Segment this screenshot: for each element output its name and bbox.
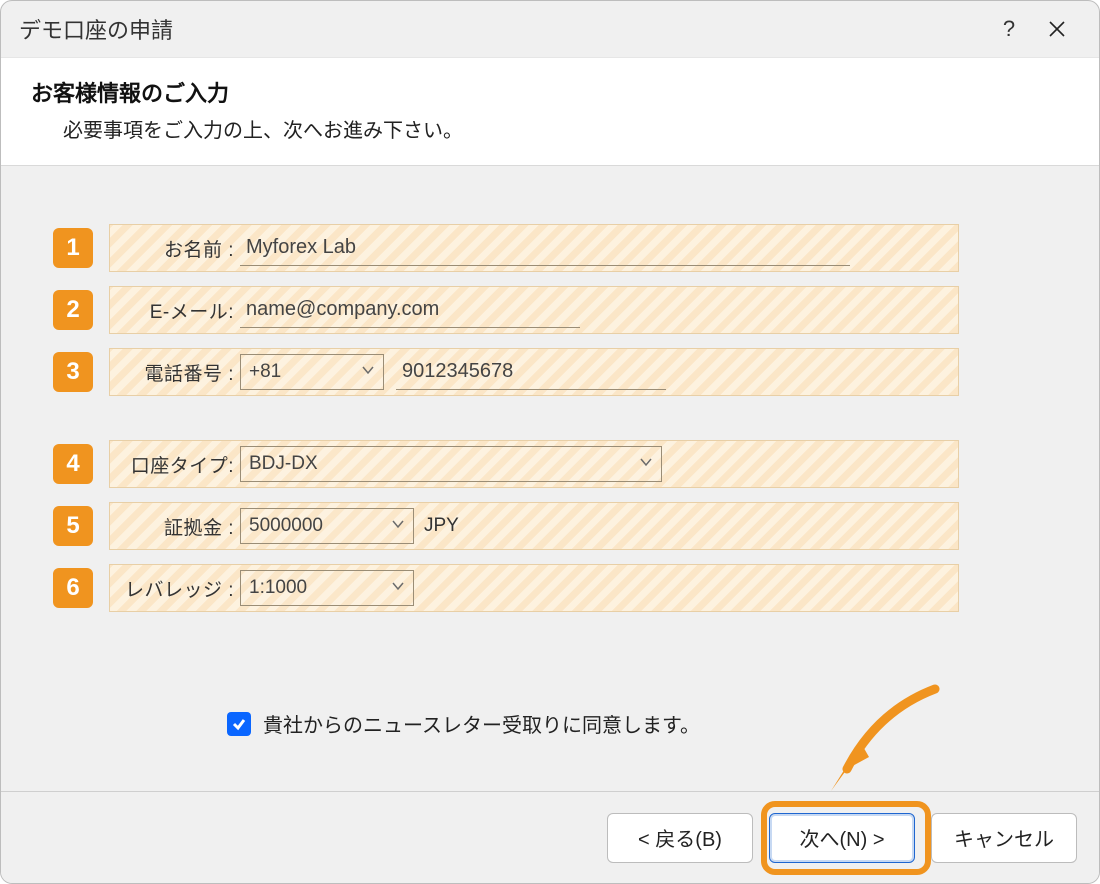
step-badge-5: 5 [53, 506, 93, 546]
next-button[interactable]: 次へ(N) > [769, 813, 915, 863]
label-account-type: 口座タイプ: [110, 451, 240, 478]
label-leverage: レバレッジ : [110, 575, 240, 602]
chevron-down-icon [361, 361, 375, 383]
field-strip-phone: 電話番号 : +81 [109, 348, 959, 396]
step-badge-1: 1 [53, 228, 93, 268]
step-badge-6: 6 [53, 568, 93, 608]
step-badge-3: 3 [53, 352, 93, 392]
label-name: お名前 : [110, 235, 240, 262]
cancel-button-label: キャンセル [954, 823, 1054, 852]
subheader: お客様情報のご入力 必要事項をご入力の上、次へお進み下さい。 [1, 57, 1099, 166]
row-deposit: 5 証拠金 : 5000000 JPY [53, 502, 959, 550]
label-phone: 電話番号 : [110, 359, 240, 386]
row-phone: 3 電話番号 : +81 [53, 348, 959, 396]
phone-input[interactable] [396, 354, 666, 390]
close-button[interactable] [1033, 1, 1081, 57]
field-strip-leverage: レバレッジ : 1:1000 [109, 564, 959, 612]
field-strip-email: E-メール: [109, 286, 959, 334]
titlebar: デモ口座の申請 ? [1, 1, 1099, 57]
chevron-down-icon [391, 515, 405, 537]
row-leverage: 6 レバレッジ : 1:1000 [53, 564, 959, 612]
dialog-footer: < 戻る(B) 次へ(N) > キャンセル [1, 791, 1099, 883]
newsletter-consent[interactable]: 貴社からのニュースレター受取りに同意します。 [227, 709, 700, 738]
annotation-arrow-icon [817, 683, 947, 803]
account-type-value: BDJ-DX [249, 453, 633, 475]
account-type-select[interactable]: BDJ-DX [240, 446, 662, 482]
row-email: 2 E-メール: [53, 286, 959, 334]
back-button-label: < 戻る(B) [638, 823, 722, 852]
next-button-label: 次へ(N) > [800, 823, 885, 852]
check-icon [231, 716, 247, 732]
chevron-down-icon [391, 577, 405, 599]
leverage-select[interactable]: 1:1000 [240, 570, 414, 606]
help-button[interactable]: ? [985, 1, 1033, 57]
consent-checkbox[interactable] [227, 712, 251, 736]
currency-label: JPY [424, 515, 459, 537]
field-strip-name: お名前 : [109, 224, 959, 272]
consent-label: 貴社からのニュースレター受取りに同意します。 [263, 709, 700, 738]
window-title: デモ口座の申請 [19, 13, 173, 45]
label-deposit: 証拠金 : [110, 513, 240, 540]
row-account-type: 4 口座タイプ: BDJ-DX [53, 440, 959, 488]
subheader-description: 必要事項をご入力の上、次へお進み下さい。 [31, 114, 1069, 143]
form-area: 1 お名前 : 2 E-メール: 3 電話番号 : +81 [1, 166, 1099, 612]
help-icon: ? [1003, 16, 1015, 42]
field-strip-account-type: 口座タイプ: BDJ-DX [109, 440, 959, 488]
country-code-value: +81 [249, 361, 355, 383]
field-strip-deposit: 証拠金 : 5000000 JPY [109, 502, 959, 550]
leverage-value: 1:1000 [249, 577, 385, 599]
row-name: 1 お名前 : [53, 224, 959, 272]
chevron-down-icon [639, 453, 653, 475]
close-icon [1047, 19, 1067, 39]
cancel-button[interactable]: キャンセル [931, 813, 1077, 863]
name-input[interactable] [240, 230, 850, 266]
country-code-select[interactable]: +81 [240, 354, 384, 390]
deposit-value: 5000000 [249, 515, 385, 537]
email-input[interactable] [240, 292, 580, 328]
deposit-select[interactable]: 5000000 [240, 508, 414, 544]
subheader-title: お客様情報のご入力 [31, 76, 1069, 108]
step-badge-4: 4 [53, 444, 93, 484]
label-email: E-メール: [110, 297, 240, 324]
step-badge-2: 2 [53, 290, 93, 330]
back-button[interactable]: < 戻る(B) [607, 813, 753, 863]
dialog-window: デモ口座の申請 ? お客様情報のご入力 必要事項をご入力の上、次へお進み下さい。… [0, 0, 1100, 884]
